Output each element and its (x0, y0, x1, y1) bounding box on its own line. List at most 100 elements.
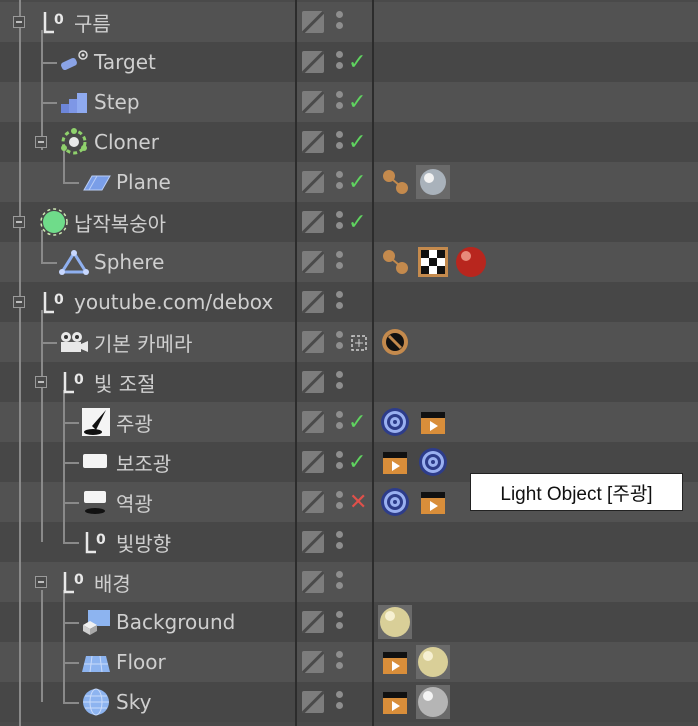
visibility-dots[interactable] (336, 371, 344, 395)
object-label: 납작복숭아 (74, 211, 166, 236)
layer-toggle[interactable] (302, 691, 324, 713)
sphere-primitive-icon (58, 246, 90, 278)
collapse-toggle[interactable] (13, 216, 25, 228)
visibility-dots[interactable] (336, 51, 344, 75)
object-name-cell[interactable]: 보조광 (80, 442, 171, 482)
svg-text:0: 0 (74, 372, 84, 388)
tag-strip (378, 642, 454, 682)
object-name-cell[interactable]: Background (80, 602, 235, 642)
visibility-dots[interactable] (336, 211, 344, 235)
object-label: Cloner (94, 130, 159, 154)
object-name-cell[interactable]: Step (58, 82, 140, 122)
layer-toggle[interactable] (302, 611, 324, 633)
object-label: youtube.com/debox (74, 290, 274, 314)
layer-toggle[interactable] (302, 571, 324, 593)
disabled-x-icon[interactable]: ✕ (349, 492, 367, 514)
red-material-icon[interactable] (454, 245, 488, 279)
visibility-dots[interactable] (336, 251, 344, 275)
target-tag-icon[interactable] (378, 405, 412, 439)
object-name-cell[interactable]: 0 빛 조절 (58, 362, 156, 402)
object-name-cell[interactable]: 주광 (80, 402, 153, 442)
object-name-cell[interactable]: Plane (80, 162, 171, 202)
phong-tag-icon[interactable] (378, 245, 412, 279)
layer-toggle[interactable] (302, 291, 324, 313)
visibility-dots[interactable] (336, 451, 344, 475)
object-name-cell[interactable]: Target (58, 42, 156, 82)
visibility-dots[interactable] (336, 171, 344, 195)
cream-material-icon[interactable] (416, 645, 450, 679)
object-name-cell[interactable]: 0 배경 (58, 562, 131, 602)
layer-toggle[interactable] (302, 131, 324, 153)
layer-toggle[interactable] (302, 91, 324, 113)
visibility-dots[interactable] (336, 491, 344, 515)
clapper-tag-icon[interactable] (378, 645, 412, 679)
camera-target-icon[interactable] (350, 334, 368, 352)
silver-material-icon[interactable] (416, 685, 450, 719)
visibility-dots[interactable] (336, 691, 344, 715)
enabled-check-icon[interactable]: ✓ (348, 412, 366, 434)
glass-material-icon[interactable] (416, 165, 450, 199)
target-tag-icon[interactable] (378, 485, 412, 519)
layer-toggle[interactable] (302, 411, 324, 433)
object-name-cell[interactable]: 기본 카메라 (58, 322, 192, 362)
visibility-dots[interactable] (336, 571, 344, 595)
tree-line-branch (63, 462, 79, 464)
layer-toggle[interactable] (302, 51, 324, 73)
enabled-check-icon[interactable]: ✓ (348, 132, 366, 154)
visibility-dots[interactable] (336, 651, 344, 675)
visibility-dots[interactable] (336, 291, 344, 315)
layer-toggle[interactable] (302, 11, 324, 33)
object-name-cell[interactable]: Sphere (58, 242, 164, 282)
layer-toggle[interactable] (302, 371, 324, 393)
clapper-tag-icon[interactable] (378, 445, 412, 479)
enabled-check-icon[interactable]: ✓ (348, 212, 366, 234)
tag-strip (378, 682, 454, 722)
layer-toggle[interactable] (302, 211, 324, 233)
object-name-cell[interactable]: Sky (80, 682, 151, 722)
object-name-cell[interactable]: Cloner (58, 122, 159, 162)
object-name-cell[interactable]: 납작복숭아 (38, 202, 166, 242)
layer-toggle[interactable] (302, 531, 324, 553)
collapse-toggle[interactable] (35, 376, 47, 388)
enabled-check-icon[interactable]: ✓ (348, 172, 366, 194)
visibility-dots[interactable] (336, 11, 344, 35)
layer-toggle[interactable] (302, 331, 324, 353)
layer-toggle[interactable] (302, 451, 324, 473)
visibility-dots[interactable] (336, 611, 344, 635)
object-name-cell[interactable]: Floor (80, 642, 166, 682)
enabled-check-icon[interactable]: ✓ (348, 452, 366, 474)
tree-line-light-group (63, 390, 65, 542)
enabled-check-icon[interactable]: ✓ (348, 92, 366, 114)
layer-toggle[interactable] (302, 651, 324, 673)
collapse-toggle[interactable] (13, 16, 25, 28)
tree-line-branch (63, 662, 79, 664)
layer-toggle[interactable] (302, 251, 324, 273)
collapse-toggle[interactable] (35, 576, 47, 588)
cream-material-icon[interactable] (378, 605, 412, 639)
target-tag-icon[interactable] (416, 445, 450, 479)
visibility-dots[interactable] (336, 91, 344, 115)
clapper-tag-icon[interactable] (378, 685, 412, 719)
object-label: 주광 (116, 411, 153, 436)
floor-object-icon (80, 646, 112, 678)
protection-tag-icon[interactable] (378, 325, 412, 359)
visibility-dots[interactable] (336, 331, 344, 355)
collapse-toggle[interactable] (13, 296, 25, 308)
object-name-cell[interactable]: 0 youtube.com/debox (38, 282, 273, 322)
visibility-dots[interactable] (336, 131, 344, 155)
tag-strip (378, 602, 416, 642)
object-name-cell[interactable]: 0 구름 (38, 2, 111, 42)
clapper-tag-icon[interactable] (416, 405, 450, 439)
layer-toggle[interactable] (302, 171, 324, 193)
clapper-tag-icon[interactable] (416, 485, 450, 519)
object-name-cell[interactable]: 역광 (80, 482, 153, 522)
phong-tag-icon[interactable] (378, 165, 412, 199)
visibility-dots[interactable] (336, 531, 344, 555)
enabled-check-icon[interactable]: ✓ (348, 52, 366, 74)
layer-toggle[interactable] (302, 491, 324, 513)
visibility-dots[interactable] (336, 411, 344, 435)
object-name-cell[interactable]: 0 빛방향 (80, 522, 171, 562)
tree-line-branch (63, 182, 79, 184)
checker-material-icon[interactable] (416, 245, 450, 279)
collapse-toggle[interactable] (35, 136, 47, 148)
